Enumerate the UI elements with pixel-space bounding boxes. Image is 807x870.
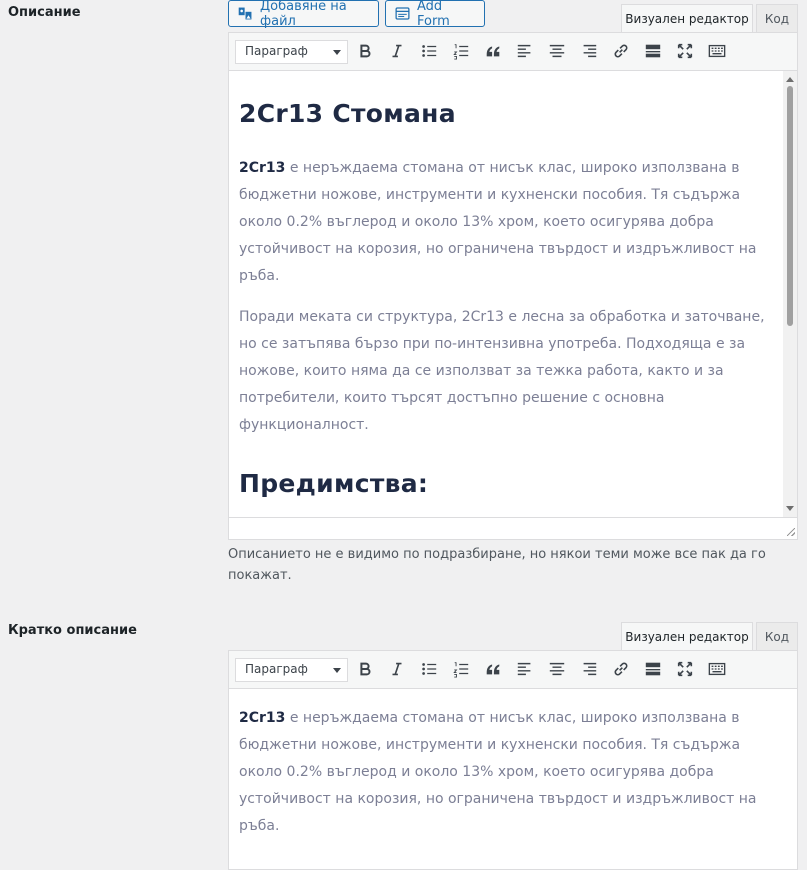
scrollbar-thumb[interactable] xyxy=(787,86,793,326)
toolbar-toggle-button[interactable] xyxy=(704,658,730,684)
bullet-list-button[interactable] xyxy=(416,658,442,684)
numbered-list-icon xyxy=(452,660,470,682)
short-description-label: Кратко описание xyxy=(8,623,137,638)
read-more-button[interactable] xyxy=(640,658,666,684)
toolbar-toggle-button[interactable] xyxy=(704,40,730,66)
description-label: Описание xyxy=(8,5,81,20)
toolbar-toggle-icon xyxy=(708,42,726,64)
numbered-list-button[interactable] xyxy=(448,40,474,66)
fullscreen-icon xyxy=(676,42,694,64)
chevron-down-icon xyxy=(333,50,341,55)
bold-button[interactable] xyxy=(352,40,378,66)
tab-code[interactable]: Код xyxy=(756,4,798,32)
chevron-down-icon xyxy=(333,668,341,673)
fullscreen-icon xyxy=(676,660,694,682)
italic-button[interactable] xyxy=(384,658,410,684)
format-select[interactable]: Параграф xyxy=(235,40,348,64)
editor-content[interactable]: 2Cr13 Стомана 2Cr13 е неръждаема стомана… xyxy=(229,71,797,517)
tab-visual-editor-short[interactable]: Визуален редактор xyxy=(621,622,753,650)
content-subheading: Предимства: xyxy=(239,469,429,498)
format-select[interactable]: Параграф xyxy=(235,658,348,682)
content-heading: 2Cr13 Стомана xyxy=(239,99,456,128)
editor-statusbar xyxy=(229,517,797,538)
link-button[interactable] xyxy=(608,40,634,66)
fullscreen-button[interactable] xyxy=(672,658,698,684)
bullet-list-icon xyxy=(420,660,438,682)
add-form-icon xyxy=(394,5,411,22)
format-select-value: Параграф xyxy=(245,662,308,676)
bold-icon xyxy=(356,42,374,64)
description-editor: Параграф 2Cr13 Стомана 2Cr13 е неръждаем… xyxy=(228,32,798,540)
blockquote-icon xyxy=(484,660,502,682)
align-left-icon xyxy=(516,660,534,682)
description-help-text: Описанието не е видимо по подразбиране, … xyxy=(228,547,766,583)
blockquote-icon xyxy=(484,42,502,64)
bullet-list-icon xyxy=(420,42,438,64)
read-more-button[interactable] xyxy=(640,40,666,66)
read-more-icon xyxy=(644,660,662,682)
numbered-list-button[interactable] xyxy=(448,658,474,684)
content-paragraph-1: 2Cr13 е неръждаема стомана от нисък клас… xyxy=(239,705,779,840)
align-right-icon xyxy=(580,42,598,64)
align-center-button[interactable] xyxy=(544,40,570,66)
short-description-editor: Параграф 2Cr13 е неръждаема стомана от н… xyxy=(228,650,798,870)
content-paragraph-2: Поради меката си структура, 2Cr13 е лесн… xyxy=(239,309,765,433)
bold-term: 2Cr13 xyxy=(239,160,286,176)
add-file-button[interactable]: Добавяне на файл xyxy=(228,0,379,29)
blockquote-button[interactable] xyxy=(480,40,506,66)
align-center-icon xyxy=(548,42,566,64)
align-left-button[interactable] xyxy=(512,40,538,66)
align-center-button[interactable] xyxy=(544,658,570,684)
fullscreen-button[interactable] xyxy=(672,40,698,66)
bold-term: 2Cr13 xyxy=(239,710,286,726)
scroll-up-icon[interactable] xyxy=(786,77,794,82)
align-right-button[interactable] xyxy=(576,658,602,684)
tab-code-short[interactable]: Код xyxy=(756,622,798,650)
format-select-value: Параграф xyxy=(245,44,308,58)
content-paragraph-1: 2Cr13 е неръждаема стомана от нисък клас… xyxy=(239,155,771,290)
add-form-button[interactable]: Add Form xyxy=(385,0,485,29)
align-left-button[interactable] xyxy=(512,658,538,684)
italic-icon xyxy=(388,660,406,682)
paragraph-text: е неръждаема стомана от нисък клас, широ… xyxy=(239,160,757,284)
bold-button[interactable] xyxy=(352,658,378,684)
blockquote-button[interactable] xyxy=(480,658,506,684)
link-icon xyxy=(612,42,630,64)
italic-icon xyxy=(388,42,406,64)
align-right-icon xyxy=(580,660,598,682)
add-form-label: Add Form xyxy=(417,0,450,29)
tab-visual-editor[interactable]: Визуален редактор xyxy=(621,4,753,32)
align-center-icon xyxy=(548,660,566,682)
align-right-button[interactable] xyxy=(576,40,602,66)
bold-icon xyxy=(356,660,374,682)
editor-toolbar: Параграф xyxy=(229,651,797,689)
resize-handle-icon[interactable] xyxy=(787,528,795,536)
italic-button[interactable] xyxy=(384,40,410,66)
scroll-down-icon[interactable] xyxy=(786,506,794,511)
add-media-icon xyxy=(237,5,254,22)
link-icon xyxy=(612,660,630,682)
numbered-list-icon xyxy=(452,42,470,64)
read-more-icon xyxy=(644,42,662,64)
link-button[interactable] xyxy=(608,658,634,684)
align-left-icon xyxy=(516,42,534,64)
paragraph-text: е неръждаема стомана от нисък клас, широ… xyxy=(239,710,757,834)
add-file-label: Добавяне на файл xyxy=(260,0,347,29)
editor-toolbar: Параграф xyxy=(229,33,797,71)
toolbar-toggle-icon xyxy=(708,660,726,682)
bullet-list-button[interactable] xyxy=(416,40,442,66)
editor-scrollbar[interactable] xyxy=(783,71,797,517)
editor-content[interactable]: 2Cr13 е неръждаема стомана от нисък клас… xyxy=(229,689,797,849)
